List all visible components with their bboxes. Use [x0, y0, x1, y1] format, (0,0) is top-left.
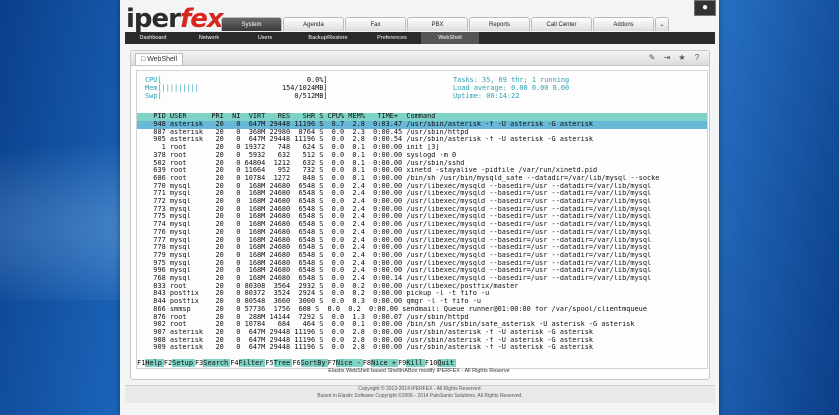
table-row[interactable]: 639 root 20 0 11664 952 732 S 0.0 0.1 0:…: [145, 167, 705, 175]
fkey-setup[interactable]: Setup: [172, 359, 195, 367]
table-row[interactable]: 775 mysql 20 0 168M 24680 6548 S 0.0 2.4…: [145, 213, 705, 221]
subnav-users[interactable]: Users: [237, 32, 293, 44]
fkey-quit[interactable]: Quit: [437, 359, 456, 367]
webshell-credit: Elastix WebShell based ShellInABox modif…: [328, 368, 510, 374]
table-row[interactable]: 770 mysql 20 0 168M 24680 6548 S 0.0 2.4…: [145, 183, 705, 191]
table-row[interactable]: 774 mysql 20 0 168M 24680 6548 S 0.0 2.4…: [145, 221, 705, 229]
table-row[interactable]: 378 root 20 0 5932 632 512 S 0.0 0.1 0:0…: [145, 152, 705, 160]
terminal[interactable]: CPU[ 0.0%] Mem[||||||||| 154/1024MB] Swp…: [136, 70, 708, 369]
fkey-nice-minus[interactable]: Nice -: [335, 359, 363, 367]
table-row[interactable]: 776 mysql 20 0 168M 24680 6548 S 0.0 2.4…: [145, 229, 705, 237]
copyright-line: Copyright © 2013-2014 iPERFEX - All Righ…: [358, 386, 482, 392]
table-row[interactable]: 866 smmsp 20 0 57736 1756 608 S 0.0 0.2 …: [145, 306, 705, 314]
table-row[interactable]: 909 asterisk 20 0 647M 29448 11196 S 0.0…: [145, 344, 705, 352]
table-row[interactable]: 975 mysql 20 0 168M 24680 6548 S 0.0 2.4…: [145, 260, 705, 268]
fkey-filter[interactable]: Filter: [238, 359, 266, 367]
panel-toolbar: ✎ ⇥ ★ ?: [643, 53, 703, 63]
table-row[interactable]: 771 mysql 20 0 168M 24680 6548 S 0.0 2.4…: [145, 190, 705, 198]
table-row[interactable]: 948 asterisk 20 0 647M 29448 11196 S 0.7…: [145, 121, 705, 129]
brand-logo: iperfex: [126, 4, 224, 34]
table-row[interactable]: 876 root 20 0 288M 14144 7292 S 0.0 1.3 …: [145, 314, 705, 322]
based-on-line: Based in Elastix Software Copyright ©200…: [317, 393, 523, 399]
panel-header: □ WebShell ✎ ⇥ ★ ?: [131, 51, 709, 66]
table-row[interactable]: 833 root 20 0 80308 3564 2932 S 0.0 0.2 …: [145, 283, 705, 291]
fkey-search[interactable]: Search: [203, 359, 231, 367]
fkey-sortby[interactable]: SortBy: [300, 359, 328, 367]
panel-tab-webshell[interactable]: □ WebShell: [135, 53, 184, 65]
sub-navigation: Dashboard Network Users Backup/Restore P…: [125, 32, 715, 44]
process-table-header: PID USER PRI NI VIRT RES SHR S CPU% MEM%…: [145, 113, 436, 120]
table-row[interactable]: 843 postfix 20 0 80372 3524 2924 S 0.0 0…: [145, 290, 705, 298]
page-footer: Copyright © 2013-2014 iPERFEX - All Righ…: [125, 385, 715, 403]
exit-icon[interactable]: ⇥: [661, 53, 673, 63]
table-row[interactable]: 996 mysql 20 0 168M 24680 6548 S 0.0 2.4…: [145, 267, 705, 275]
tab-system[interactable]: System: [221, 17, 282, 31]
tab-fax[interactable]: Fax: [345, 17, 406, 31]
subnav-dashboard[interactable]: Dashboard: [125, 32, 181, 44]
fkey-tree[interactable]: Tree: [273, 359, 293, 367]
table-row[interactable]: 1 root 20 0 19372 748 624 S 0.0 0.1 0:00…: [145, 144, 705, 152]
help-icon[interactable]: ?: [691, 53, 703, 63]
table-row[interactable]: 778 mysql 20 0 168M 24680 6548 S 0.0 2.4…: [145, 244, 705, 252]
table-row[interactable]: 768 mysql 20 0 168M 24680 6548 S 0.0 2.4…: [145, 275, 705, 283]
table-row[interactable]: 908 asterisk 20 0 647M 29448 11196 S 0.0…: [145, 337, 705, 345]
subnav-network[interactable]: Network: [181, 32, 237, 44]
tab-reports[interactable]: Reports: [469, 17, 530, 31]
fkey-help[interactable]: Help: [145, 359, 164, 367]
table-row[interactable]: 772 mysql 20 0 168M 24680 6548 S 0.0 2.4…: [145, 198, 705, 206]
subnav-backup-restore[interactable]: Backup/Restore: [293, 32, 363, 44]
tab-call-center[interactable]: Call Center: [531, 17, 592, 31]
uptime-stat: Uptime: 00:14:22: [453, 92, 520, 100]
table-row[interactable]: 902 root 20 0 10784 684 464 S 0.0 0.1 0:…: [145, 321, 705, 329]
subnav-webshell[interactable]: WebShell: [421, 32, 479, 44]
tab-addons[interactable]: Addons: [593, 17, 654, 31]
table-row[interactable]: 907 asterisk 20 0 647M 29448 11196 S 0.0…: [145, 329, 705, 337]
table-row[interactable]: 779 mysql 20 0 168M 24680 6548 S 0.0 2.4…: [145, 252, 705, 260]
table-row[interactable]: 773 mysql 20 0 168M 24680 6548 S 0.0 2.4…: [145, 206, 705, 214]
fkey-nice-plus[interactable]: Nice +: [371, 359, 398, 367]
swap-meter: Swp[ 0/512MB]: [145, 92, 328, 100]
function-key-bar: F1 Help F2 Setup F3 Search F4 Filter F5 Tree …: [137, 359, 456, 367]
user-icon[interactable]: ●: [694, 0, 716, 16]
star-icon[interactable]: ★: [676, 53, 688, 63]
tab-agenda[interactable]: Agenda: [283, 17, 344, 31]
fkey-kill[interactable]: Kill: [406, 359, 425, 367]
main-tabs: System Agenda Fax PBX Reports Call Cente…: [221, 17, 670, 31]
table-row[interactable]: 686 root 20 0 10784 1272 848 S 0.0 0.1 0…: [145, 175, 705, 183]
table-row[interactable]: 844 postfix 20 0 80548 3660 3000 S 0.0 0…: [145, 298, 705, 306]
edit-icon[interactable]: ✎: [646, 53, 658, 63]
table-row[interactable]: 502 root 20 0 64804 1212 632 S 0.0 0.1 0…: [145, 160, 705, 168]
tab-pbx[interactable]: PBX: [407, 17, 468, 31]
chevron-down-icon[interactable]: ⌄: [655, 17, 669, 31]
table-row[interactable]: 905 asterisk 20 0 647M 29448 11196 S 0.0…: [145, 136, 705, 144]
subnav-preferences[interactable]: Preferences: [363, 32, 421, 44]
table-row[interactable]: 777 mysql 20 0 168M 24680 6548 S 0.0 2.4…: [145, 237, 705, 245]
table-row[interactable]: 887 asterisk 20 0 368M 22980 8764 S 0.0 …: [145, 129, 705, 137]
